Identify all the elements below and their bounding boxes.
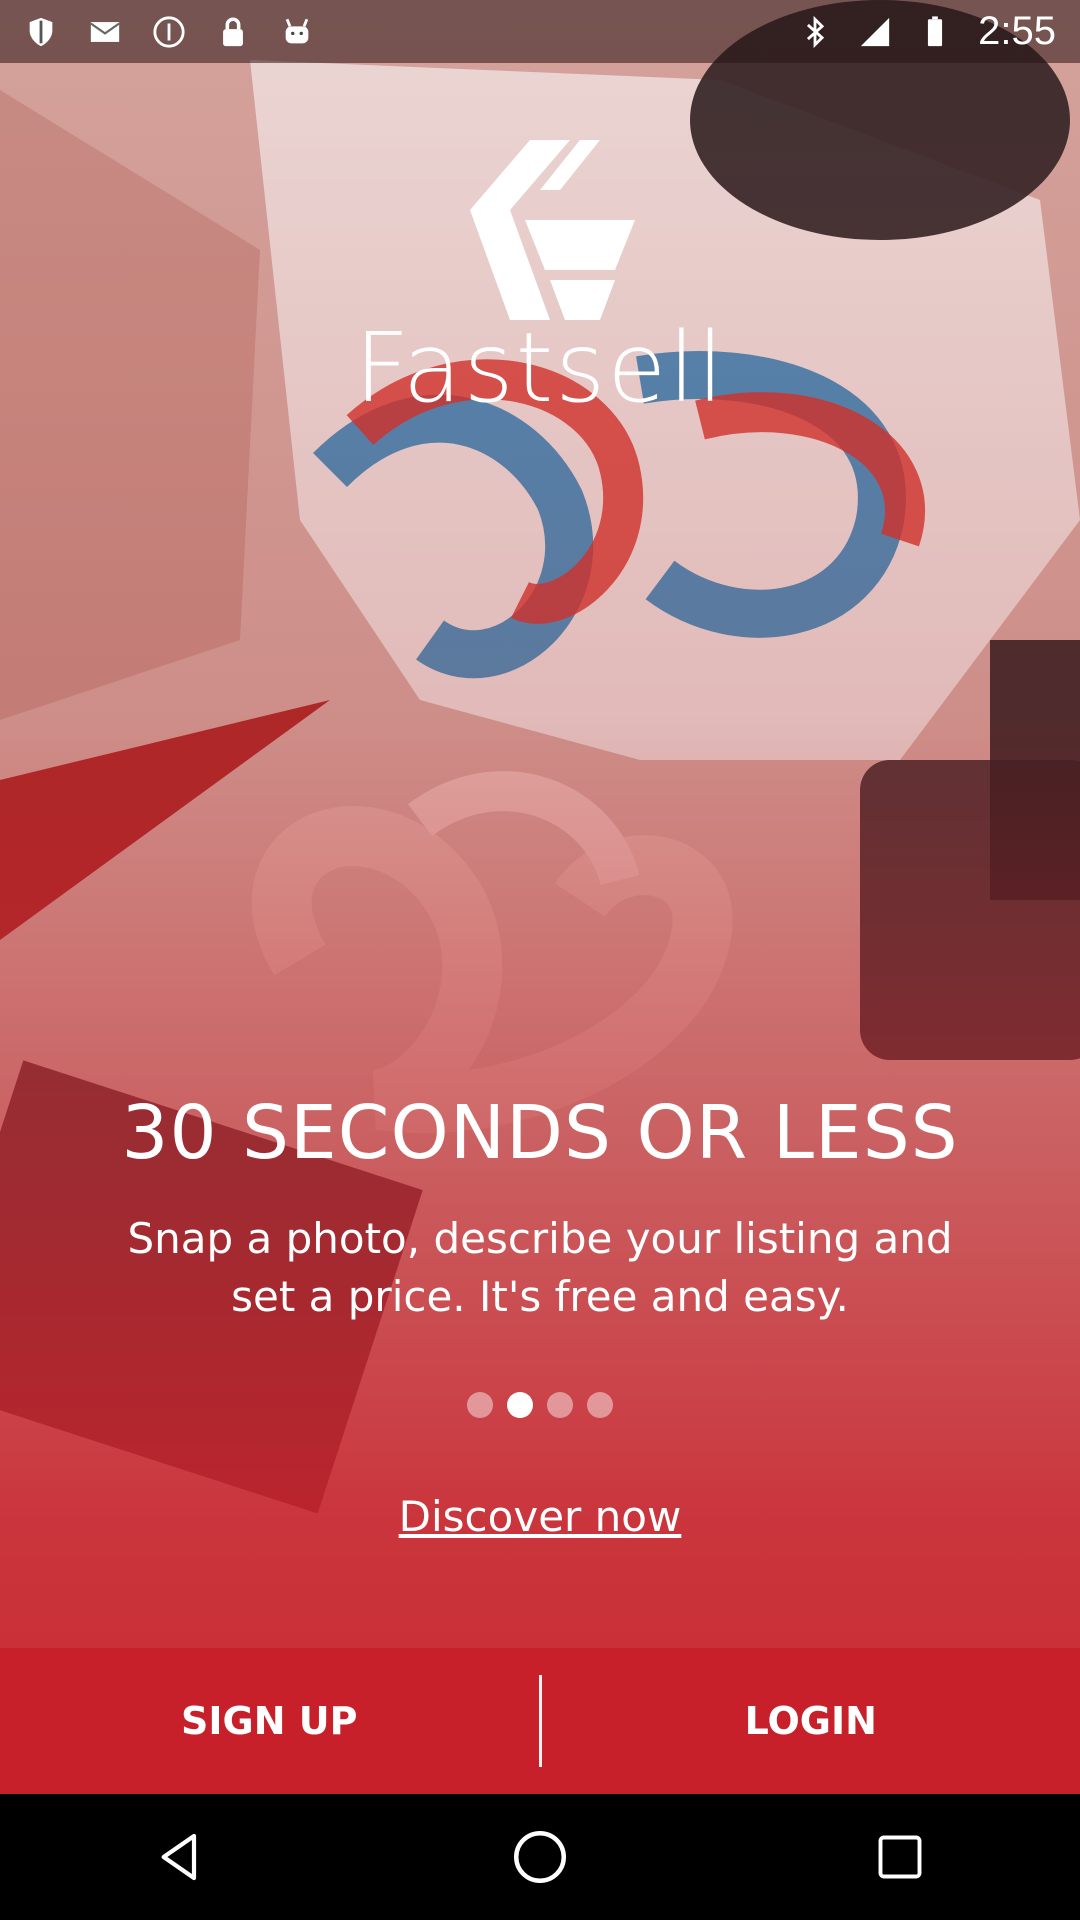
nav-recents-button[interactable]	[840, 1807, 960, 1907]
page-dot[interactable]	[587, 1392, 613, 1418]
onboarding-headline: 30 SECONDS OR LESS	[121, 1090, 959, 1176]
status-icons-left	[24, 15, 314, 49]
shield-icon	[29, 17, 53, 46]
battery-icon	[928, 15, 943, 46]
page-dot[interactable]	[547, 1392, 573, 1418]
button-divider	[538, 1675, 542, 1767]
nav-back-button[interactable]	[120, 1807, 240, 1907]
brand-logo: Fastsell	[0, 140, 1080, 424]
lock-icon	[223, 17, 243, 46]
onboarding-description: Snap a photo, describe your listing and …	[127, 1214, 953, 1321]
discover-now-link[interactable]: Discover now	[0, 1492, 1080, 1541]
auth-action-bar: SIGN UP LOGIN	[0, 1648, 1080, 1794]
sign-up-button[interactable]: SIGN UP	[0, 1648, 539, 1794]
info-icon	[153, 15, 185, 48]
fastsell-logo-icon	[470, 140, 635, 320]
signal-icon	[860, 17, 890, 46]
page-dot[interactable]	[467, 1392, 493, 1418]
home-icon	[514, 1831, 566, 1883]
login-button[interactable]: LOGIN	[542, 1648, 1080, 1794]
mail-icon	[90, 21, 120, 42]
status-bar: 2:55	[0, 0, 1080, 63]
page-indicator	[0, 1392, 1080, 1418]
bluetooth-icon	[807, 15, 825, 48]
brand-name: Fastsell	[354, 312, 726, 424]
clock: 2:55	[978, 9, 1056, 53]
page-dot-active[interactable]	[507, 1392, 533, 1418]
recents-icon	[878, 1835, 922, 1879]
system-nav-bar	[0, 1794, 1080, 1920]
android-icon	[285, 18, 309, 43]
status-icons-right: 2:55	[798, 9, 1056, 54]
nav-home-button[interactable]	[480, 1807, 600, 1907]
back-icon	[161, 1833, 197, 1881]
